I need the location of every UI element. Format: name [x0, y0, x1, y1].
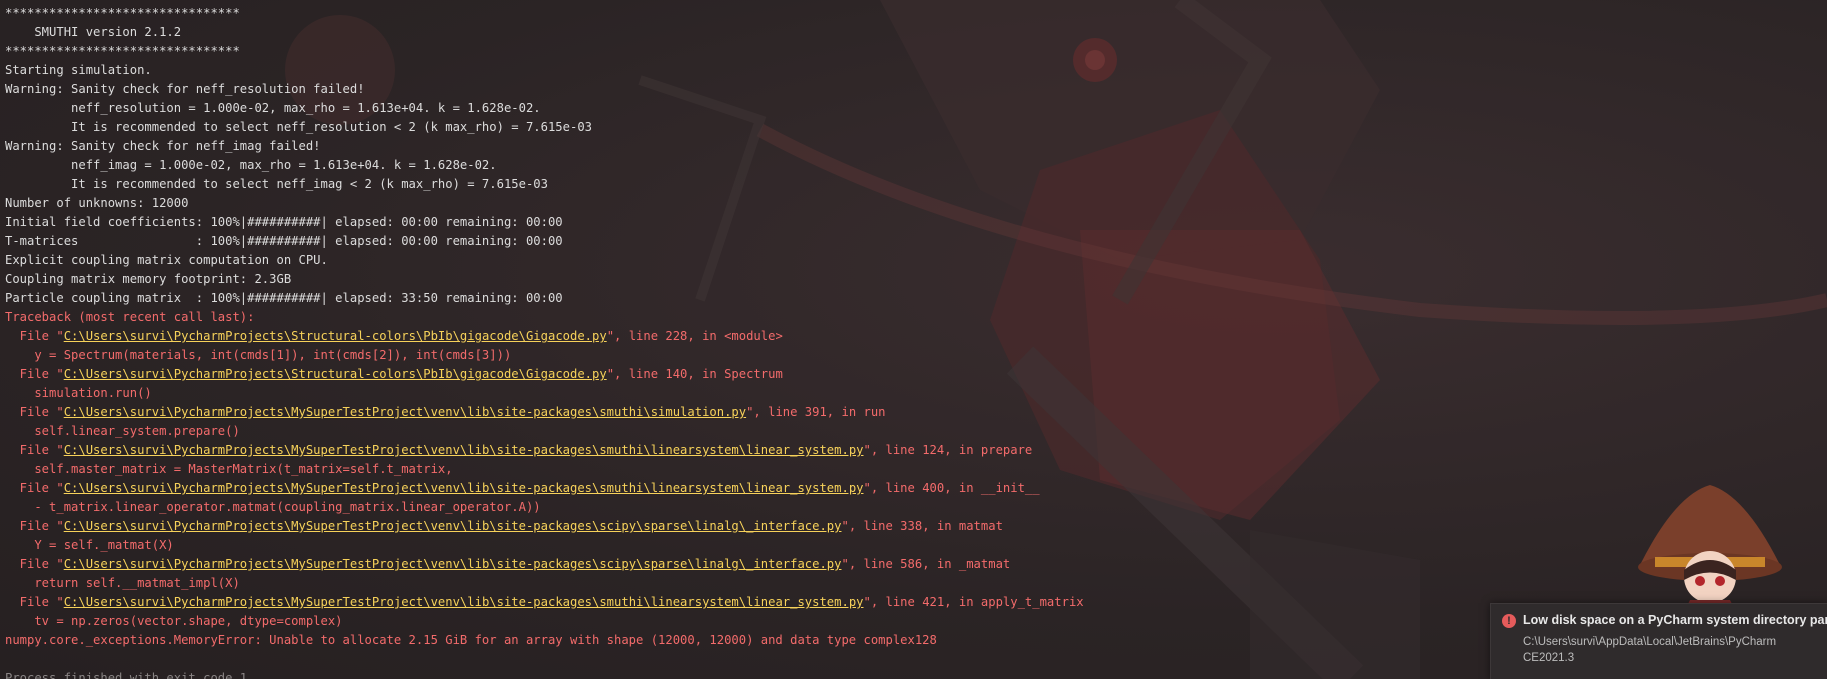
console-line: tv = np.zeros(vector.shape, dtype=comple… [5, 614, 343, 628]
traceback-prefix: File " [5, 519, 64, 533]
console-output[interactable]: ******************************** SMUTHI … [5, 4, 1084, 679]
run-console-window: ******************************** SMUTHI … [0, 0, 1827, 679]
file-path-link[interactable]: C:\Users\survi\PycharmProjects\MySuperTe… [64, 481, 864, 495]
traceback-prefix: File " [5, 557, 64, 571]
traceback-prefix: File " [5, 595, 64, 609]
console-line: return self.__matmat_impl(X) [5, 576, 240, 590]
notification-body: C:\Users\survi\AppData\Local\JetBrains\P… [1523, 636, 1777, 664]
file-path-link[interactable]: C:\Users\survi\PycharmProjects\MySuperTe… [64, 405, 746, 419]
console-line: File "C:\Users\survi\PycharmProjects\Str… [5, 365, 1084, 384]
console-line: Explicit coupling matrix computation on … [5, 253, 328, 267]
console-line: File "C:\Users\survi\PycharmProjects\MyS… [5, 593, 1084, 612]
traceback-suffix: ", line 421, in apply_t_matrix [863, 595, 1084, 609]
traceback-prefix: File " [5, 405, 64, 419]
file-path-link[interactable]: C:\Users\survi\PycharmProjects\MySuperTe… [64, 595, 864, 609]
traceback-suffix: ", line 124, in prepare [863, 443, 1033, 457]
console-line: It is recommended to select neff_imag < … [5, 177, 548, 191]
console-line: neff_resolution = 1.000e-02, max_rho = 1… [5, 101, 541, 115]
file-path-link[interactable]: C:\Users\survi\PycharmProjects\MySuperTe… [64, 557, 842, 571]
file-path-link[interactable]: C:\Users\survi\PycharmProjects\Structura… [64, 329, 607, 343]
console-line: File "C:\Users\survi\PycharmProjects\MyS… [5, 517, 1084, 536]
console-line: File "C:\Users\survi\PycharmProjects\MyS… [5, 441, 1084, 460]
console-line: - t_matrix.linear_operator.matmat(coupli… [5, 500, 541, 514]
console-line: It is recommended to select neff_resolut… [5, 120, 592, 134]
traceback-suffix: ", line 338, in matmat [841, 519, 1003, 533]
console-line: ******************************** [5, 6, 240, 20]
console-line: ******************************** [5, 44, 240, 58]
console-line: Warning: Sanity check for neff_resolutio… [5, 82, 365, 96]
notification-title: Low disk space on a PyCharm system direc… [1523, 613, 1827, 627]
traceback-prefix: File " [5, 481, 64, 495]
traceback-prefix: File " [5, 443, 64, 457]
console-line: SMUTHI version 2.1.2 [5, 25, 182, 39]
file-path-link[interactable]: C:\Users\survi\PycharmProjects\MySuperTe… [64, 443, 864, 457]
traceback-suffix: ", line 391, in run [746, 405, 886, 419]
file-path-link[interactable]: C:\Users\survi\PycharmProjects\Structura… [64, 367, 607, 381]
console-line: Initial field coefficients: 100%|#######… [5, 215, 563, 229]
file-path-link[interactable]: C:\Users\survi\PycharmProjects\MySuperTe… [64, 519, 842, 533]
console-line: neff_imag = 1.000e-02, max_rho = 1.613e+… [5, 158, 497, 172]
console-line: Y = self._matmat(X) [5, 538, 174, 552]
console-line: self.linear_system.prepare() [5, 424, 240, 438]
console-line: Particle coupling matrix : 100%|########… [5, 291, 563, 305]
console-line: self.master_matrix = MasterMatrix(t_matr… [5, 462, 453, 476]
traceback-suffix: ", line 140, in Spectrum [606, 367, 783, 381]
console-line: Warning: Sanity check for neff_imag fail… [5, 139, 321, 153]
console-line: T-matrices : 100%|##########| elapsed: 0… [5, 234, 563, 248]
traceback-suffix: ", line 400, in __init__ [863, 481, 1040, 495]
traceback-prefix: File " [5, 329, 64, 343]
console-line: Process finished with exit code 1 [5, 671, 248, 679]
console-line: File "C:\Users\survi\PycharmProjects\MyS… [5, 555, 1084, 574]
console-line: Traceback (most recent call last): [5, 310, 255, 324]
console-line: File "C:\Users\survi\PycharmProjects\MyS… [5, 479, 1084, 498]
console-line: simulation.run() [5, 386, 152, 400]
console-line: Coupling matrix memory footprint: 2.3GB [5, 272, 292, 286]
low-disk-space-notification[interactable]: ! Low disk space on a PyCharm system dir… [1490, 603, 1827, 679]
console-line: Starting simulation. [5, 63, 152, 77]
console-line: numpy.core._exceptions.MemoryError: Unab… [5, 633, 937, 647]
traceback-suffix: ", line 586, in _matmat [841, 557, 1011, 571]
chibi-character-sticker [1638, 485, 1782, 610]
console-line: Number of unknowns: 12000 [5, 196, 189, 210]
console-line: y = Spectrum(materials, int(cmds[1]), in… [5, 348, 512, 362]
traceback-suffix: ", line 228, in <module> [606, 329, 783, 343]
console-line: File "C:\Users\survi\PycharmProjects\MyS… [5, 403, 1084, 422]
traceback-prefix: File " [5, 367, 64, 381]
error-icon: ! [1502, 614, 1516, 628]
console-line: File "C:\Users\survi\PycharmProjects\Str… [5, 327, 1084, 346]
